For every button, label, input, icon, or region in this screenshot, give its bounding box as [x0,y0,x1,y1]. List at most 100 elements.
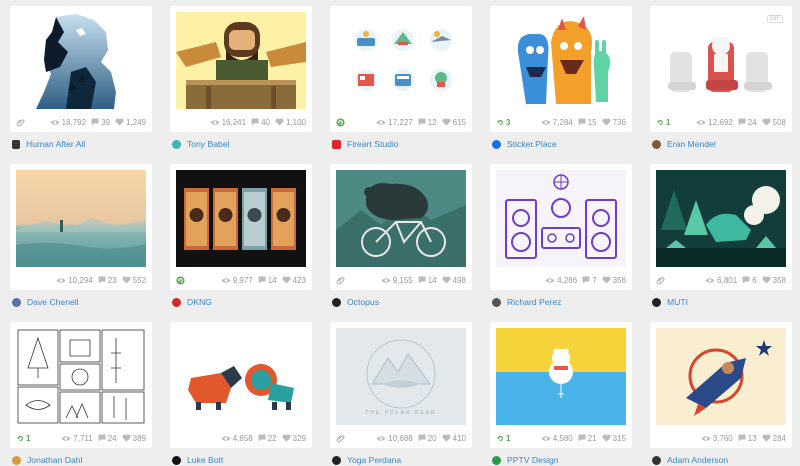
author-name[interactable]: MUTI [667,297,688,307]
avatar[interactable] [12,139,20,149]
shot-author[interactable]: Eran Mendel [652,137,792,151]
shot-thumbnail[interactable] [336,12,466,109]
shot-card[interactable]: 4,286 7 356 [490,164,632,290]
shot-author[interactable]: Dave Chenell [12,295,152,309]
avatar[interactable] [492,139,501,149]
shot-thumbnail[interactable] [176,170,306,267]
shot-thumbnail[interactable] [16,170,146,267]
shot-card[interactable]: 18,792 39 1,249 [10,6,152,132]
shot-author[interactable]: Luke Bott [172,453,312,466]
author-name[interactable]: Fireart Studio [347,139,399,149]
shot-thumbnail[interactable] [16,328,146,425]
shot-author[interactable]: Human After All [12,137,152,151]
avatar[interactable] [492,297,501,307]
avatar[interactable] [12,455,21,465]
avatar[interactable] [172,455,181,465]
shot-thumbnail[interactable] [336,170,466,267]
shot-author[interactable]: Adam Anderson [652,453,792,466]
likes-stat[interactable]: 356 [602,276,626,285]
shot-author[interactable]: Tony Babel [172,137,312,151]
likes-stat[interactable]: 315 [602,434,626,443]
shot-thumbnail[interactable]: GIF [656,12,786,109]
shot-card[interactable]: 16,241 40 1,100 [170,6,312,132]
avatar[interactable] [332,139,341,149]
avatar[interactable] [652,139,661,149]
rebound-count[interactable]: 3 [496,118,510,127]
shot-author[interactable]: Sticker.Place [492,137,632,151]
author-name[interactable]: Tony Babel [187,139,230,149]
avatar[interactable] [172,297,181,307]
shot-card[interactable]: 4,858 22 329 [170,322,312,448]
avatar[interactable] [332,455,341,465]
shot-author[interactable]: Jonathan Dahl [12,453,152,466]
likes-stat[interactable]: 358 [762,276,786,285]
shot-tile: 9,977 14 423 DKNG [170,164,312,309]
comments-count: 15 [587,117,597,127]
likes-stat[interactable]: 389 [122,434,146,443]
author-name[interactable]: Human After All [26,139,85,149]
author-name[interactable]: Jonathan Dahl [27,455,82,465]
author-name[interactable]: Dave Chenell [27,297,79,307]
shot-card[interactable]: 9,155 14 498 [330,164,472,290]
shot-author[interactable]: Yoga Perdana [332,453,472,466]
likes-stat[interactable]: 498 [442,276,466,285]
shot-thumbnail[interactable] [656,328,786,425]
shot-thumbnail[interactable] [496,328,626,425]
shot-card[interactable]: 17,227 12 615 [330,6,472,132]
author-name[interactable]: PPTV Design [507,455,559,465]
likes-stat[interactable]: 615 [442,118,466,127]
author-name[interactable]: Yoga Perdana [347,455,401,465]
shot-stats: 3,760 13 284 [656,431,786,445]
likes-stat[interactable]: 1,249 [115,118,146,127]
avatar[interactable] [12,297,21,307]
shot-author[interactable]: DKNG [172,295,312,309]
avatar[interactable] [652,297,661,307]
likes-stat[interactable]: 423 [282,276,306,285]
shot-thumbnail[interactable] [496,12,626,109]
likes-stat[interactable]: 552 [122,276,146,285]
shot-thumbnail[interactable] [176,328,306,425]
shot-card[interactable]: 6,801 6 358 [650,164,792,290]
author-name[interactable]: Octopus [347,297,379,307]
shot-card[interactable]: 1 7,711 24 389 [10,322,152,448]
rebound-count[interactable]: 1 [16,434,30,443]
shot-card[interactable]: 1 4,580 21 315 [490,322,632,448]
rebound-icon[interactable] [336,117,345,127]
avatar[interactable] [492,455,501,465]
author-name[interactable]: Richard Perez [507,297,561,307]
shot-author[interactable]: PPTV Design [492,453,632,466]
author-name[interactable]: Eran Mendel [667,139,716,149]
shot-card[interactable]: THE POLAR BEAR 10,688 20 410 [330,322,472,448]
shot-thumbnail[interactable] [176,12,306,109]
rebound-count[interactable]: 1 [656,118,670,127]
likes-stat[interactable]: 508 [762,118,786,127]
avatar[interactable] [332,297,341,307]
avatar[interactable] [172,139,181,149]
shot-thumbnail[interactable] [656,170,786,267]
shot-card[interactable]: 3,760 13 284 [650,322,792,448]
author-name[interactable]: DKNG [187,297,212,307]
likes-stat[interactable]: 736 [602,118,626,127]
shot-card[interactable]: GIF 1 12,692 24 508 [650,6,792,132]
shot-card[interactable]: 10,294 23 552 [10,164,152,290]
shot-card[interactable]: 3 7,284 15 736 [490,6,632,132]
comments-count: 12 [427,117,437,127]
shot-thumbnail[interactable] [16,12,146,109]
shot-author[interactable]: Fireart Studio [332,137,472,151]
author-name[interactable]: Sticker.Place [507,139,557,149]
shot-author[interactable]: Octopus [332,295,472,309]
shot-thumbnail[interactable]: THE POLAR BEAR [336,328,466,425]
shot-author[interactable]: MUTI [652,295,792,309]
author-name[interactable]: Luke Bott [187,455,223,465]
likes-stat[interactable]: 329 [282,434,306,443]
likes-stat[interactable]: 410 [442,434,466,443]
avatar[interactable] [652,455,661,465]
rebound-count[interactable]: 1 [496,434,510,443]
rebound-icon[interactable] [176,275,185,285]
likes-stat[interactable]: 1,100 [275,118,306,127]
shot-author[interactable]: Richard Perez [492,295,632,309]
author-name[interactable]: Adam Anderson [667,455,728,465]
shot-thumbnail[interactable] [496,170,626,267]
likes-stat[interactable]: 284 [762,434,786,443]
shot-card[interactable]: 9,977 14 423 [170,164,312,290]
